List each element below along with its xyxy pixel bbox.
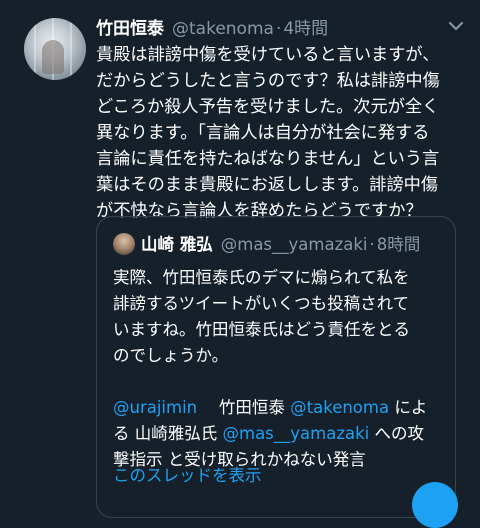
quoted-author-name: 山崎 雅弘 — [141, 235, 213, 254]
quoted-mention-line: @urajimin 竹田恒泰 @takenoma によ — [113, 395, 443, 421]
tweet-header: 竹田恒泰 @takenoma · 4時間 — [96, 14, 328, 40]
tweet[interactable]: 竹田恒泰 @takenoma · 4時間 貴殿は誹謗中傷を受けていると言いますが… — [0, 0, 480, 528]
quoted-mention-line: る 山崎雅弘氏 @mas__yamazaki への攻 — [113, 421, 443, 447]
avatar-rain-streak — [70, 18, 72, 80]
mention-link[interactable]: @takenoma — [290, 398, 389, 417]
tweet-body-line: 異なります。「言論人は自分が社会に発する — [96, 123, 430, 143]
tweet-body-line: 言論に責任を持たねばなりません」という言 — [96, 149, 440, 169]
separator-dot: · — [275, 19, 282, 39]
quoted-body-line: のでしょうか。 — [113, 346, 229, 365]
tweet-body: 貴殿は誹謗中傷を受けていると言いますが、 だからどうしたと言うのです？私は誹謗中… — [96, 42, 468, 224]
mention-text: る 山崎雅弘氏 — [113, 424, 218, 443]
tweet-timestamp[interactable]: 4時間 — [283, 14, 328, 39]
quoted-author-avatar — [113, 233, 135, 255]
mention-link[interactable]: @mas__yamazaki — [223, 424, 370, 443]
tweet-body-line: 貴殿は誹謗中傷を受けていると言いますが、 — [96, 45, 440, 65]
quoted-tweet-card[interactable]: 山崎 雅弘 @mas__yamazaki · 8時間 実際、竹田恒泰氏のデマに煽… — [96, 216, 456, 518]
quoted-tweet-body: 実際、竹田恒泰氏のデマに煽られて私を 誹謗するツイートがいくつも投稿されて いま… — [113, 265, 443, 473]
mention-text: への攻 — [374, 424, 425, 443]
avatar-figure — [42, 40, 64, 74]
author-avatar[interactable] — [24, 18, 86, 80]
author-handle[interactable]: @takenoma — [172, 19, 274, 39]
quoted-body-line: 誹謗するツイートがいくつも投稿されて — [113, 294, 410, 313]
mention-link[interactable]: @urajimin — [113, 398, 197, 417]
avatar-rain-streak — [34, 18, 36, 80]
quoted-tweet-header: 山崎 雅弘 @mas__yamazaki · 8時間 — [141, 231, 420, 255]
mention-name: 竹田恒泰 — [218, 398, 285, 417]
tweet-body-line: だからどうしたと言うのです？私は誹謗中傷 — [96, 71, 440, 91]
tweet-body-line: 葉はそのまま貴殿にお返しします。誹謗中傷 — [96, 175, 439, 195]
tweet-body-line: どころか殺人予告を受けました。次元が全く — [96, 97, 440, 117]
compose-tweet-icon[interactable] — [412, 482, 458, 528]
quoted-body-line: いますね。竹田恒泰氏はどう責任をとる — [113, 320, 410, 339]
quoted-body-line: 実際、竹田恒泰氏のデマに煽られて私を — [113, 268, 410, 287]
mention-text: によ — [394, 398, 428, 417]
quoted-body-blank-line — [113, 369, 443, 395]
quoted-tweet-timestamp: 8時間 — [376, 235, 421, 254]
separator-dot: · — [369, 235, 375, 254]
author-name[interactable]: 竹田恒泰 — [96, 14, 164, 39]
show-thread-link[interactable]: このスレッドを表示 — [113, 462, 262, 486]
chevron-down-icon[interactable] — [446, 16, 466, 36]
quoted-author-handle: @mas__yamazaki — [220, 235, 368, 254]
